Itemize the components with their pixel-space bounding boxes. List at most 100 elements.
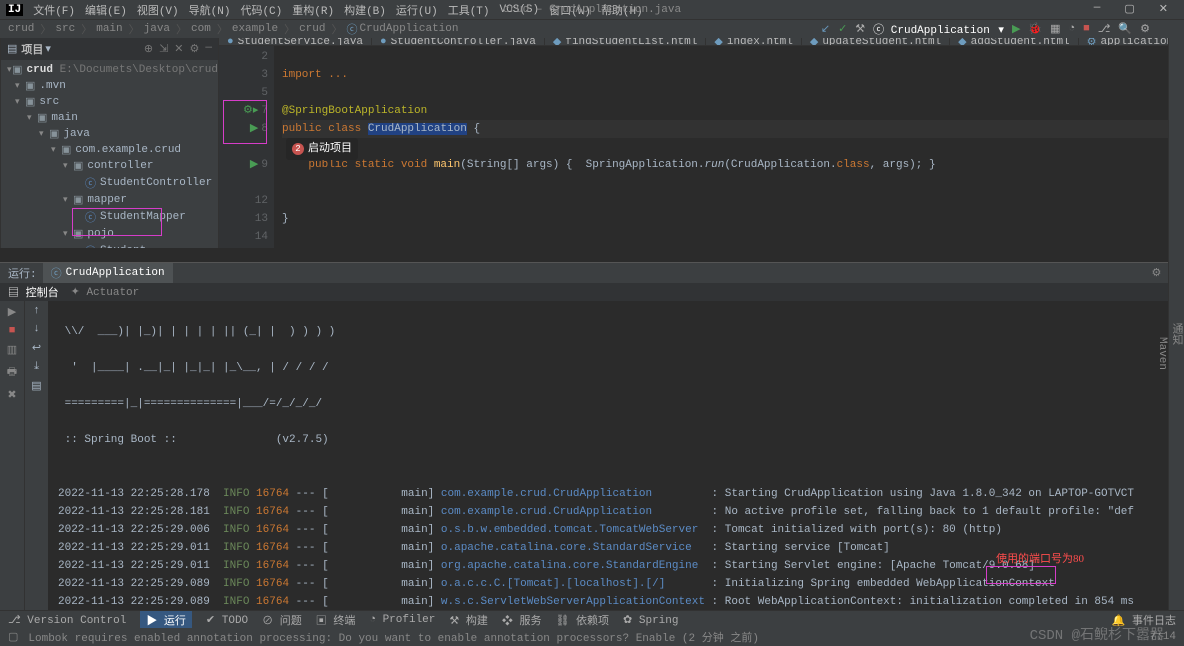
breadcrumb-item[interactable]: com <box>191 23 211 35</box>
editor-tab[interactable]: ◆updateStudent.html <box>802 38 950 45</box>
git-icon[interactable]: ⎇ <box>1098 22 1111 36</box>
editor-tab[interactable]: ◆findStudentList.html <box>545 38 707 45</box>
collapse-icon[interactable]: ✕ <box>174 42 183 56</box>
menubar: IJ 文件(F) 编辑(E) 视图(V) 导航(N) 代码(C) 重构(R) 构… <box>0 0 1184 20</box>
menu-tools[interactable]: 工具(T) <box>448 2 490 18</box>
build-icon[interactable]: ⚒ <box>855 22 865 36</box>
profiler-btn[interactable]: ◔ Profiler <box>369 614 435 626</box>
up-icon[interactable]: ↑ <box>33 305 40 317</box>
tree-item[interactable]: ▾▣src <box>1 94 218 110</box>
breadcrumb-item[interactable]: CrudApplication <box>359 23 458 35</box>
search-icon[interactable]: 🔍 <box>1118 22 1132 36</box>
build-btn[interactable]: ⚒ 构建 <box>449 612 487 628</box>
editor: ●StudentService.java●StudentController.j… <box>219 38 1184 248</box>
editor-tab[interactable]: ◆index.html <box>706 38 801 45</box>
breadcrumb-item[interactable]: crud <box>8 23 34 35</box>
menu-run[interactable]: 运行(U) <box>396 2 438 18</box>
code[interactable]: import ... @SpringBootApplication public… <box>274 46 1184 248</box>
debug-icon[interactable]: 🐞 <box>1028 22 1042 36</box>
tree-item[interactable]: ⓒStudent <box>1 242 218 248</box>
rb-item[interactable]: 通知 <box>1168 58 1184 610</box>
menu-edit[interactable]: 编辑(E) <box>85 2 127 18</box>
run-config-select[interactable]: ⓒ CrudApplication ▾ <box>873 21 1004 37</box>
rb-item[interactable]: Maven <box>1156 98 1168 610</box>
gear-icon[interactable]: ⚙ <box>190 42 200 56</box>
vcs-commit-icon[interactable]: ✓ <box>838 22 847 36</box>
maximize-icon[interactable]: ▢ <box>1124 2 1134 16</box>
stop-icon[interactable]: ■ <box>9 325 16 337</box>
vcs-update-icon[interactable]: ↙ <box>821 22 830 36</box>
editor-tabs: ●StudentService.java●StudentController.j… <box>219 38 1184 46</box>
vc-btn[interactable]: ⎇ Version Control <box>8 613 126 627</box>
tree-item[interactable]: ▾▣mapper <box>1 192 218 208</box>
problems-btn[interactable]: ⊘ 问题 <box>262 612 302 628</box>
log-line: 2022-11-13 22:25:28.181 INFO 16764 --- [… <box>58 503 1174 521</box>
rerun-icon[interactable]: ▶ <box>8 305 16 319</box>
project-header[interactable]: ▤ 项目 ▾ ⊕ ⇲ ✕ ⚙ — <box>1 38 218 60</box>
tree-item[interactable]: ▾▣main <box>1 110 218 126</box>
editor-tab[interactable]: ◆addStudent.html <box>950 38 1079 45</box>
print-icon[interactable]: 🖶 <box>7 363 17 382</box>
delete-icon[interactable]: ✖ <box>7 388 16 402</box>
menu-view[interactable]: 视图(V) <box>137 2 179 18</box>
scroll-icon[interactable]: ⤓ <box>34 361 39 373</box>
tree-item[interactable]: ⓒStudentController <box>1 174 218 192</box>
menu-navigate[interactable]: 导航(N) <box>189 2 231 18</box>
profile-icon[interactable]: ◔ <box>1069 23 1076 35</box>
actuator-tab[interactable]: ✦ Actuator <box>71 285 140 299</box>
window-title: crud – CrudApplication.java <box>503 4 681 16</box>
spring-btn[interactable]: ✿ Spring <box>623 613 678 627</box>
log-line: 2022-11-13 22:25:28.178 INFO 16764 --- [… <box>58 485 1174 503</box>
coverage-icon[interactable]: ▦ <box>1050 22 1060 36</box>
down-icon[interactable]: ↓ <box>33 323 40 335</box>
menu-refactor[interactable]: 重构(R) <box>292 2 334 18</box>
breadcrumb-item[interactable]: src <box>55 23 75 35</box>
console-tab[interactable]: ▤ 控制台 <box>8 284 59 300</box>
breadcrumb-item[interactable]: example <box>232 23 278 35</box>
close-icon[interactable]: ✕ <box>1159 2 1168 16</box>
project-tree[interactable]: ▾▣crud E:\Documets\Desktop\crud ▾▣.mvn▾▣… <box>1 60 218 248</box>
menu-code[interactable]: 代码(C) <box>240 2 282 18</box>
run-toolbar-left2: ↑ ↓ ↩ ⤓ ▤ <box>24 301 48 628</box>
run-icon[interactable]: ▶ <box>1012 22 1020 36</box>
breadcrumb-item[interactable]: main <box>96 23 122 35</box>
breadcrumb-item[interactable]: ⓒ <box>346 21 357 37</box>
filter-icon[interactable]: ▤ <box>31 379 41 393</box>
run-tab-active[interactable]: ⓒCrudApplication <box>43 263 173 283</box>
breadcrumb-item[interactable]: crud <box>299 23 325 35</box>
menu-file[interactable]: 文件(F) <box>33 2 75 18</box>
minimize-icon[interactable]: — <box>1094 2 1101 16</box>
tree-item[interactable]: ▾▣com.example.crud <box>1 142 218 158</box>
layout-icon[interactable]: ▥ <box>7 343 17 357</box>
settings-icon[interactable]: ⚙ <box>1140 22 1150 36</box>
callout: 2 启动项目 <box>286 138 358 160</box>
menu-build[interactable]: 构建(B) <box>344 2 386 18</box>
callout-text: 启动项目 <box>308 140 352 158</box>
gutter[interactable]: 2 3 5 ⚙▸7 ▶8 ▶9 12 13 14 <box>219 46 274 248</box>
services-btn[interactable]: ❖ 服务 <box>502 612 542 628</box>
expand-icon[interactable]: ⇲ <box>159 42 168 56</box>
run-panel: 运行: ⓒCrudApplication ⚙ — ▤ 控制台 ✦ Actuato… <box>0 262 1184 628</box>
terminal-btn[interactable]: ▣ 终端 <box>316 612 356 628</box>
breadcrumb-item[interactable]: java <box>144 23 170 35</box>
tree-root[interactable]: ▾▣crud E:\Documets\Desktop\crud <box>1 62 218 78</box>
deps-btn[interactable]: ⛓ 依赖项 <box>555 612 609 628</box>
statusbar: ▢ Lombok requires enabled annotation pro… <box>0 628 1184 646</box>
tree-item[interactable]: ▾▣java <box>1 126 218 142</box>
tree-item[interactable]: ▾▣.mvn <box>1 78 218 94</box>
bottom-toolbar: ⎇ Version Control ▶ 运行 ✔ TODO ⊘ 问题 ▣ 终端 … <box>0 610 1184 628</box>
stop-icon[interactable]: ■ <box>1083 23 1090 35</box>
project-panel: ▤ 项目 ▾ ⊕ ⇲ ✕ ⚙ — ▾▣crud E:\Documets\Desk… <box>1 38 219 248</box>
todo-btn[interactable]: ✔ TODO <box>206 613 248 627</box>
right-toolbar[interactable]: 通知 Maven <box>1168 38 1184 610</box>
status-icon[interactable]: ▢ <box>8 630 18 644</box>
run-btn[interactable]: ▶ 运行 <box>140 611 192 629</box>
hide-icon[interactable]: — <box>205 42 212 56</box>
tree-item[interactable]: ▾▣controller <box>1 158 218 174</box>
app-icon: IJ <box>6 4 23 16</box>
softwrap-icon[interactable]: ↩ <box>32 341 41 355</box>
editor-tab[interactable]: ●StudentService.java <box>219 38 372 45</box>
select-opened-icon[interactable]: ⊕ <box>144 42 153 56</box>
editor-tab[interactable]: ●StudentController.java <box>372 38 545 45</box>
run-toolbar-left: ▶ ■ ▥ 🖶 ✖ <box>0 301 24 628</box>
